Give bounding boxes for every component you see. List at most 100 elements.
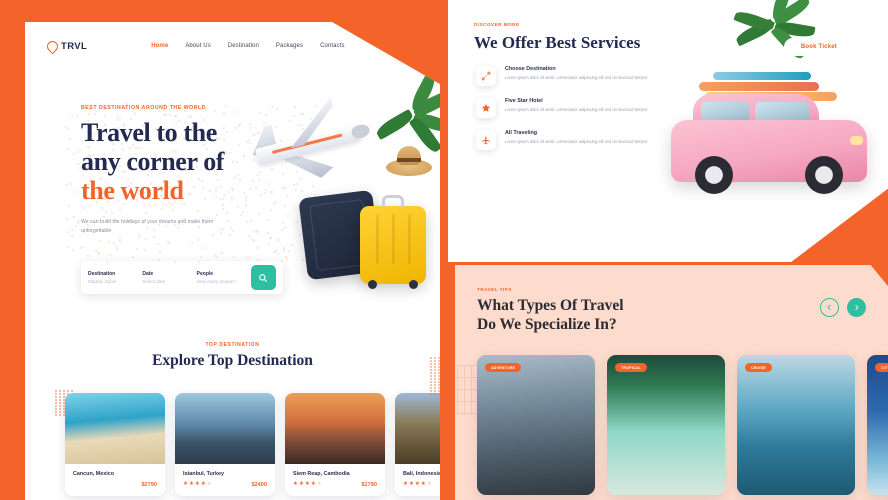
star-icon: ★ bbox=[201, 482, 206, 488]
destination-price: $2400 bbox=[251, 482, 267, 488]
star-icon: ★ bbox=[421, 482, 426, 488]
travel-type-card[interactable]: CITY bbox=[867, 355, 888, 495]
car-wheel bbox=[695, 156, 733, 194]
search-field-date[interactable]: Date Select date bbox=[142, 271, 196, 285]
services-header: DISCOVER MORE We Offer Best Services bbox=[474, 22, 640, 53]
search-input-destination[interactable]: Madrid, Spain bbox=[88, 279, 138, 284]
top-destination-header: TOP DESTINATION Explore Top Destination bbox=[25, 342, 440, 370]
travel-type-card-list: ADVENTURE TROPICAL CRUISE CITY bbox=[477, 355, 888, 495]
service-item[interactable]: All Traveling Lorem ipsum dolor sit amet… bbox=[476, 130, 661, 150]
destination-card[interactable]: Bali, Indonesia ★ ★ ★ ★ ★ $2250 bbox=[395, 393, 440, 496]
brand-logo[interactable]: TRVL bbox=[47, 41, 87, 52]
destination-name: Istanbul, Turkey bbox=[183, 471, 267, 477]
card-badge: CITY bbox=[875, 363, 888, 372]
travel-types-title: What Types Of Travel Do We Specialize In… bbox=[477, 297, 624, 334]
service-item[interactable]: Choose Destination Lorem ipsum dolor sit… bbox=[476, 66, 661, 86]
destination-name: Cancun, Mexico bbox=[73, 471, 157, 477]
service-description: Lorem ipsum dolor sit amet, consectetur … bbox=[505, 139, 648, 146]
destination-card[interactable]: Istanbul, Turkey ★ ★ ★ ★ ★ $2400 bbox=[175, 393, 275, 496]
chevron-left-icon bbox=[826, 304, 833, 311]
service-name: All Traveling bbox=[505, 130, 648, 136]
travel-type-card[interactable]: CRUISE bbox=[737, 355, 855, 495]
star-icon: ★ bbox=[299, 482, 304, 488]
star-icon: ★ bbox=[183, 482, 188, 488]
travel-types-panel: TRAVEL TIPS What Types Of Travel Do We S… bbox=[455, 265, 888, 500]
straw-hat-illustration bbox=[386, 146, 432, 176]
travel-types-title-line-2: Do We Specialize In? bbox=[477, 316, 624, 335]
destination-card[interactable]: Cancun, Mexico $2790 bbox=[65, 393, 165, 496]
nav-link-packages[interactable]: Packages bbox=[276, 43, 303, 49]
services-title: We Offer Best Services bbox=[474, 33, 640, 53]
nav-link-destination[interactable]: Destination bbox=[228, 43, 259, 49]
travel-type-card[interactable]: TROPICAL bbox=[607, 355, 725, 495]
hero-description: We can build the holidays of your dreams… bbox=[81, 218, 221, 236]
destination-name: Siem Reap, Cambodia bbox=[293, 471, 377, 477]
carousel-prev-button[interactable] bbox=[820, 298, 839, 317]
destination-image bbox=[395, 393, 440, 464]
destination-price: $1790 bbox=[361, 482, 377, 488]
travel-types-title-line-1: What Types Of Travel bbox=[477, 297, 624, 316]
car-illustration bbox=[659, 28, 884, 228]
star-icon: ★ bbox=[403, 482, 408, 488]
destination-card-list: Cancun, Mexico $2790 Istanbul, Turkey ★ … bbox=[65, 393, 440, 496]
card-badge: ADVENTURE bbox=[485, 363, 521, 372]
car-body bbox=[671, 120, 867, 182]
carousel-controls bbox=[820, 298, 866, 317]
search-field-destination[interactable]: Destination Madrid, Spain bbox=[88, 271, 142, 285]
service-item[interactable]: Five Star Hotel Lorem ipsum dolor sit am… bbox=[476, 98, 661, 118]
route-path-icon bbox=[476, 66, 496, 86]
roof-luggage bbox=[699, 52, 849, 100]
destination-card[interactable]: Siem Reap, Cambodia ★ ★ ★ ★ ★ $1790 bbox=[285, 393, 385, 496]
hero-illustration bbox=[241, 92, 440, 282]
destination-price: $2790 bbox=[141, 482, 157, 488]
star-icon: ★ bbox=[305, 482, 310, 488]
service-description: Lorem ipsum dolor sit amet, consectetur … bbox=[505, 75, 648, 82]
navbar: TRVL Home About Us Destination Packages … bbox=[25, 22, 440, 70]
card-badge: TROPICAL bbox=[615, 363, 647, 372]
nav-links: Home About Us Destination Packages Conta… bbox=[151, 43, 344, 49]
star-icon: ★ bbox=[311, 482, 316, 488]
nav-link-home[interactable]: Home bbox=[151, 43, 168, 49]
service-name: Choose Destination bbox=[505, 66, 648, 72]
star-icon: ★ bbox=[189, 482, 194, 488]
star-icon: ★ bbox=[427, 482, 432, 488]
hero-panel: TRVL Home About Us Destination Packages … bbox=[25, 22, 440, 500]
grid-decoration bbox=[457, 365, 479, 415]
star-icon: ★ bbox=[207, 482, 212, 488]
services-eyebrow: DISCOVER MORE bbox=[474, 22, 640, 27]
search-input-date[interactable]: Select date bbox=[142, 279, 192, 284]
travel-types-header: TRAVEL TIPS What Types Of Travel Do We S… bbox=[477, 287, 624, 334]
star-icon: ★ bbox=[415, 482, 420, 488]
destination-image bbox=[175, 393, 275, 464]
dots-decoration-right bbox=[430, 357, 440, 397]
search-label-date: Date bbox=[142, 271, 192, 277]
chevron-right-icon bbox=[853, 304, 860, 311]
rating-stars: ★ ★ ★ ★ ★ bbox=[293, 482, 322, 488]
book-ticket-button[interactable]: Book Ticket bbox=[784, 38, 854, 56]
search-label-destination: Destination bbox=[88, 271, 138, 277]
card-badge: CRUISE bbox=[745, 363, 772, 372]
star-icon: ★ bbox=[409, 482, 414, 488]
destination-name: Bali, Indonesia bbox=[403, 471, 440, 477]
nav-link-about[interactable]: About Us bbox=[185, 43, 210, 49]
travel-type-card[interactable]: ADVENTURE bbox=[477, 355, 595, 495]
service-name: Five Star Hotel bbox=[505, 98, 648, 104]
star-icon: ★ bbox=[195, 482, 200, 488]
hotel-star-icon bbox=[476, 98, 496, 118]
star-icon: ★ bbox=[317, 482, 322, 488]
destination-image bbox=[65, 393, 165, 464]
brand-name: TRVL bbox=[61, 41, 87, 52]
location-pin-icon bbox=[47, 41, 58, 52]
nav-link-contacts[interactable]: Contacts bbox=[320, 43, 344, 49]
search-input-people[interactable]: How many people? bbox=[197, 279, 247, 284]
star-icon: ★ bbox=[293, 482, 298, 488]
destination-image bbox=[285, 393, 385, 464]
page-canvas: TRVL Home About Us Destination Packages … bbox=[0, 0, 888, 500]
yellow-suitcase-illustration bbox=[360, 206, 426, 284]
carousel-next-button[interactable] bbox=[847, 298, 866, 317]
top-destination-title: Explore Top Destination bbox=[25, 352, 440, 370]
travel-types-eyebrow: TRAVEL TIPS bbox=[477, 287, 624, 292]
search-label-people: People bbox=[197, 271, 247, 277]
service-description: Lorem ipsum dolor sit amet, consectetur … bbox=[505, 107, 648, 114]
rating-stars: ★ ★ ★ ★ ★ bbox=[183, 482, 212, 488]
